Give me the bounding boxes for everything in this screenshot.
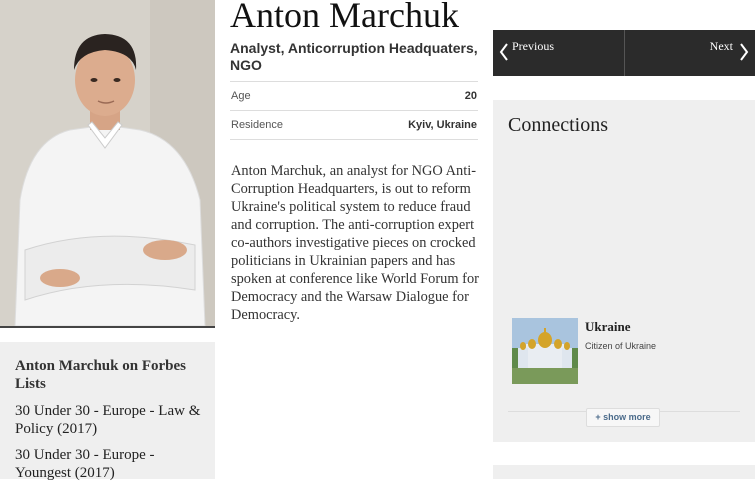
connections-title: Connections <box>508 114 608 136</box>
forbes-list-link[interactable]: 30 Under 30 - Europe - Youngest (2017) <box>15 446 205 482</box>
divider <box>230 139 478 140</box>
chevron-right-icon <box>740 43 749 61</box>
forbes-lists-title: Anton Marchuk on Forbes Lists <box>15 358 186 392</box>
previous-label: Previous <box>512 39 554 53</box>
profile-navigation: Previous Next <box>493 30 755 76</box>
connections-panel: Connections Ukraine Citizen of Ukraine +… <box>493 100 755 442</box>
connection-subtitle: Citizen of Ukraine <box>585 341 657 351</box>
cathedral-photo-icon[interactable] <box>512 318 578 384</box>
stat-value-age: 20 <box>464 90 477 102</box>
stat-label-residence: Residence <box>231 119 283 131</box>
forbes-list-link[interactable]: 30 Under 30 - Europe - Law & Policy (201… <box>15 402 205 438</box>
divider <box>230 81 478 82</box>
profile-name: Anton Marchuk <box>230 0 459 35</box>
divider <box>230 110 478 111</box>
profile-bio: Anton Marchuk, an analyst for NGO Anti-C… <box>231 163 479 323</box>
forbes-lists-panel: Anton Marchuk on Forbes Lists 30 Under 3… <box>0 342 215 482</box>
profile-photo <box>0 0 215 328</box>
stat-label-age: Age <box>231 90 251 102</box>
connection-name[interactable]: Ukraine <box>585 319 631 335</box>
show-more-button[interactable]: + show more <box>586 408 660 427</box>
next-panel <box>493 465 755 479</box>
profile-title: Analyst, Anticorruption Headquaters, NGO <box>230 40 478 73</box>
chevron-left-icon <box>499 43 508 61</box>
next-label: Next <box>709 39 733 53</box>
previous-button[interactable]: Previous <box>493 30 624 76</box>
stat-value-residence: Kyiv, Ukraine <box>408 119 477 131</box>
next-button[interactable]: Next <box>625 30 755 76</box>
